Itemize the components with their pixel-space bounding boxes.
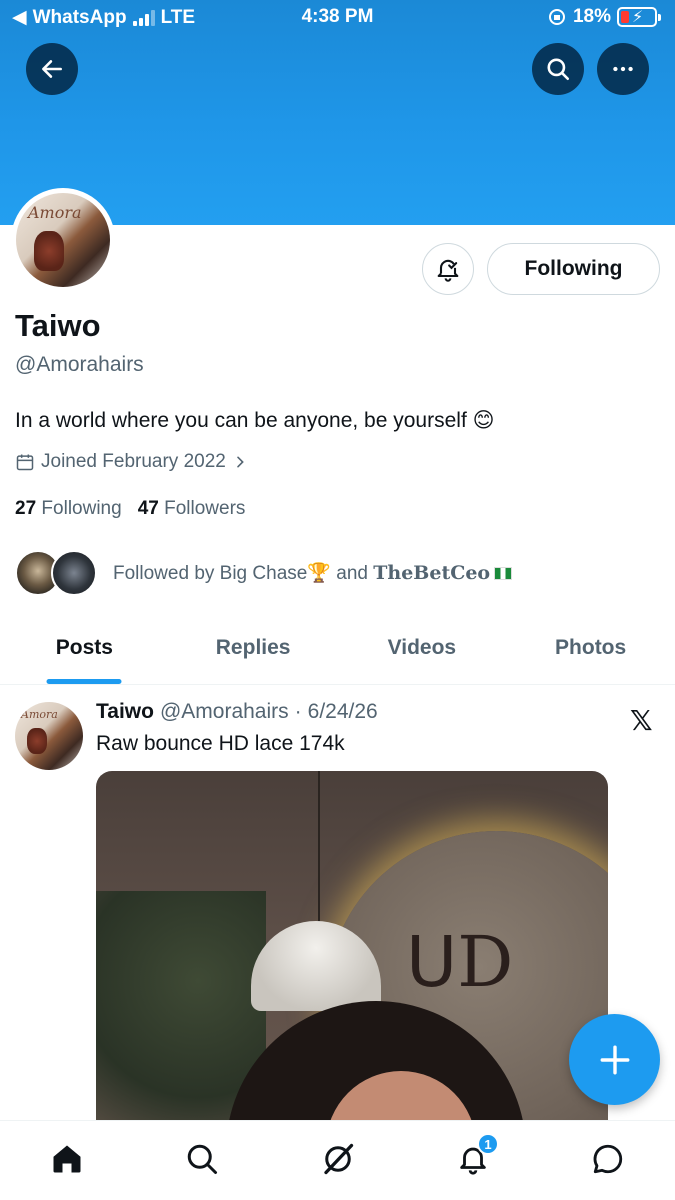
wall-sign-logo: ᑌD: [406, 921, 514, 1003]
profile-avatar-image: Amora: [16, 193, 110, 287]
rotation-lock-icon: [548, 9, 565, 25]
bottom-navigation: 1: [0, 1120, 675, 1200]
home-icon: [53, 1145, 81, 1173]
post-author-handle[interactable]: @Amorahairs: [160, 700, 289, 724]
search-button[interactable]: [532, 43, 584, 95]
post-author-avatar[interactable]: Amora: [15, 702, 83, 770]
following-count-link[interactable]: 27 Following: [15, 498, 122, 520]
arrow-left-icon: [42, 60, 62, 78]
more-options-button[interactable]: [597, 43, 649, 95]
post-author-avatar-image: Amora: [15, 702, 83, 770]
lamp-cord: [318, 771, 320, 921]
grok-icon: [324, 1143, 354, 1175]
following-count: 27: [15, 498, 37, 519]
chevron-right-icon: [237, 456, 244, 468]
profile-tabs: Posts Replies Videos Photos: [0, 612, 675, 685]
follow-counts: 27 Following 47 Followers: [15, 498, 245, 520]
followed-by-prefix: Followed by Big Chase🏆 and: [113, 563, 374, 584]
post-image[interactable]: ᑌD: [96, 771, 608, 1120]
post-separator: ·: [294, 700, 302, 723]
profile-avatar[interactable]: Amora: [11, 188, 115, 292]
search-icon: [187, 1144, 217, 1174]
more-horizontal-icon: [613, 66, 633, 72]
profile-handle: @Amorahairs: [15, 353, 144, 376]
bell-check-icon: [437, 259, 459, 282]
tab-replies[interactable]: Replies: [169, 612, 338, 684]
nav-notifications[interactable]: 1: [453, 1133, 499, 1179]
follower-avatar: [51, 550, 97, 596]
joined-date[interactable]: Joined February 2022: [15, 451, 248, 473]
nav-grok[interactable]: [318, 1139, 358, 1179]
following-button[interactable]: Following: [487, 243, 660, 295]
back-button[interactable]: [26, 43, 78, 95]
x-logo-icon: 𝕏: [630, 705, 653, 736]
nav-home[interactable]: [47, 1139, 87, 1179]
nav-messages[interactable]: [588, 1139, 628, 1179]
followed-by-name: TheBetCeo: [373, 562, 491, 584]
followed-by-text: Followed by Big Chase🏆 and TheBetCeo: [113, 561, 513, 585]
tab-posts[interactable]: Posts: [0, 612, 169, 684]
plus-icon: [600, 1045, 629, 1074]
chat-bubble-icon: [593, 1144, 623, 1174]
search-icon: [547, 58, 570, 81]
battery-percent: 18%: [572, 6, 611, 27]
profile-name: Taiwo: [15, 308, 101, 343]
nav-search[interactable]: [182, 1139, 222, 1179]
status-right: 18% ⚡: [547, 6, 661, 28]
followers-count-label: Followers: [164, 498, 246, 519]
notifications-badge: 1: [477, 1133, 499, 1155]
followed-by-row[interactable]: Followed by Big Chase🏆 and TheBetCeo: [15, 550, 513, 596]
joined-label: Joined February 2022: [41, 451, 226, 472]
battery-icon: ⚡: [617, 7, 661, 27]
post-date[interactable]: 6/24/26: [308, 700, 378, 724]
tab-videos[interactable]: Videos: [338, 612, 507, 684]
profile-bio: In a world where you can be anyone, be y…: [15, 409, 495, 432]
followers-count: 47: [137, 498, 159, 519]
notifications-bell-button[interactable]: [422, 243, 474, 295]
avatar-logo-text: Amora: [21, 708, 58, 721]
calendar-icon: [16, 454, 34, 471]
post-text: Raw bounce HD lace 174k: [96, 732, 345, 755]
nigeria-flag-icon: [494, 567, 513, 580]
avatar-logo-text: Amora: [28, 203, 82, 222]
compose-post-button[interactable]: [569, 1014, 660, 1105]
following-count-label: Following: [41, 498, 122, 519]
post-author-name[interactable]: Taiwo: [96, 700, 154, 724]
tab-photos[interactable]: Photos: [506, 612, 675, 684]
status-bar: ◀ WhatsApp LTE 4:38 PM 18% ⚡: [0, 0, 675, 36]
followers-count-link[interactable]: 47 Followers: [138, 498, 246, 520]
post-header: Taiwo @Amorahairs · 6/24/26: [96, 700, 378, 724]
